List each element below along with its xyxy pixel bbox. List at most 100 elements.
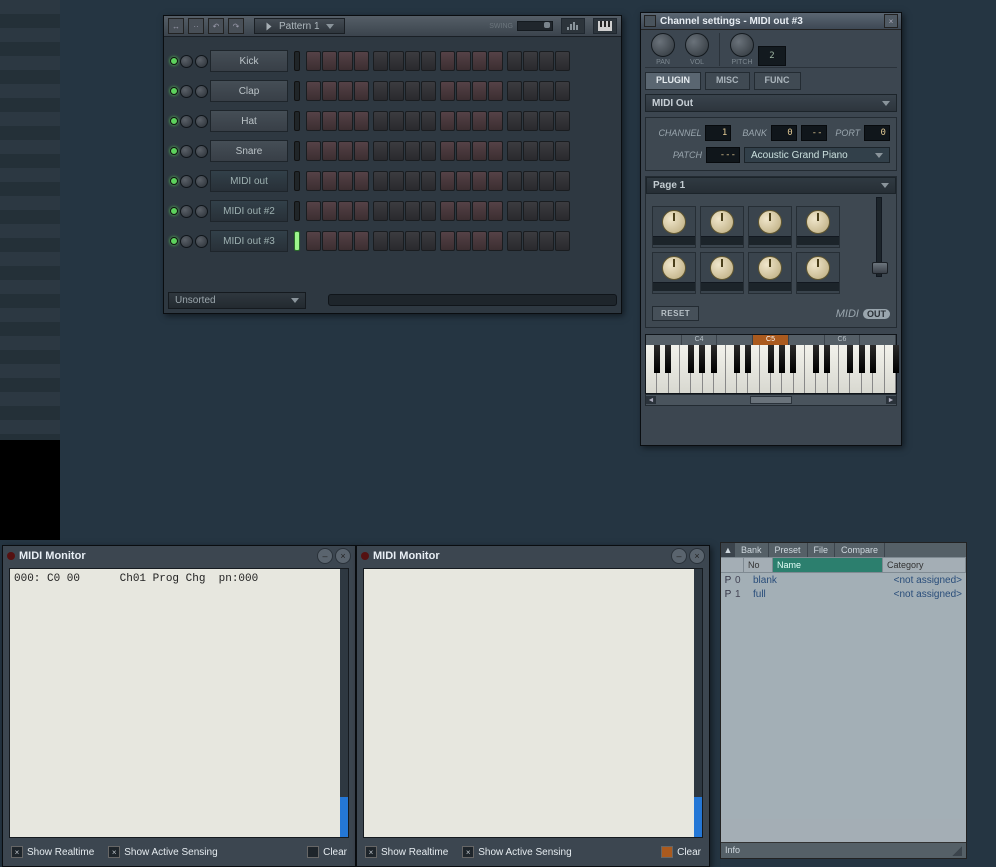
channel-enable-led[interactable] xyxy=(170,57,178,65)
channel-pan-knob[interactable] xyxy=(180,85,193,98)
pan-knob[interactable] xyxy=(651,33,675,57)
step-cell[interactable] xyxy=(456,231,471,251)
tab-preset[interactable]: Preset xyxy=(769,543,808,557)
step-cell[interactable] xyxy=(507,111,522,131)
tab-file[interactable]: File xyxy=(808,543,836,557)
step-cell[interactable] xyxy=(472,201,487,221)
black-key[interactable] xyxy=(779,345,785,373)
step-cell[interactable] xyxy=(389,171,404,191)
step-cell[interactable] xyxy=(373,111,388,131)
step-cell[interactable] xyxy=(555,51,570,71)
octave-label[interactable] xyxy=(717,335,753,345)
controller-knob[interactable] xyxy=(662,210,686,234)
controller-label-bar[interactable] xyxy=(701,236,743,245)
channel-pan-knob[interactable] xyxy=(180,55,193,68)
midi-monitor-2-log[interactable] xyxy=(363,568,703,838)
step-cell[interactable] xyxy=(354,111,369,131)
channel-pan-knob[interactable] xyxy=(180,205,193,218)
step-cell[interactable] xyxy=(488,231,503,251)
channel-enable-led[interactable] xyxy=(170,117,178,125)
step-cell[interactable] xyxy=(539,81,554,101)
step-cell[interactable] xyxy=(488,111,503,131)
step-cell[interactable] xyxy=(472,141,487,161)
bank-field-lsb[interactable]: -- xyxy=(801,125,827,141)
black-key[interactable] xyxy=(813,345,819,373)
step-cell[interactable] xyxy=(373,81,388,101)
step-cell[interactable] xyxy=(555,81,570,101)
close-icon[interactable]: × xyxy=(884,14,898,28)
controller-label-bar[interactable] xyxy=(797,282,839,291)
step-cell[interactable] xyxy=(507,201,522,221)
step-cell[interactable] xyxy=(555,111,570,131)
step-cell[interactable] xyxy=(338,171,353,191)
step-cell[interactable] xyxy=(306,231,321,251)
redo-icon[interactable]: ↷ xyxy=(228,18,244,34)
midi-monitor-2-titlebar[interactable]: MIDI Monitor – × xyxy=(357,546,709,566)
step-cell[interactable] xyxy=(539,201,554,221)
col-category[interactable]: Category xyxy=(883,558,966,572)
controller-knob[interactable] xyxy=(806,210,830,234)
channel-enable-led[interactable] xyxy=(170,147,178,155)
black-key[interactable] xyxy=(711,345,717,373)
patch-dropdown[interactable]: Acoustic Grand Piano xyxy=(744,147,890,163)
channel-vol-knob[interactable] xyxy=(195,55,208,68)
step-cell[interactable] xyxy=(389,231,404,251)
step-cell[interactable] xyxy=(405,51,420,71)
channel-vol-knob[interactable] xyxy=(195,115,208,128)
octave-label[interactable] xyxy=(789,335,825,345)
black-key[interactable] xyxy=(665,345,671,373)
step-cell[interactable] xyxy=(539,171,554,191)
channel-enable-led[interactable] xyxy=(170,237,178,245)
channel-pan-knob[interactable] xyxy=(180,115,193,128)
step-cell[interactable] xyxy=(440,111,455,131)
step-cell[interactable] xyxy=(555,201,570,221)
step-cell[interactable] xyxy=(440,141,455,161)
step-cell[interactable] xyxy=(322,201,337,221)
step-cell[interactable] xyxy=(421,51,436,71)
channel-select-led[interactable] xyxy=(294,111,300,131)
step-cell[interactable] xyxy=(555,141,570,161)
controller-page-dropdown[interactable]: Page 1 xyxy=(646,177,896,194)
step-cell[interactable] xyxy=(539,111,554,131)
step-cell[interactable] xyxy=(354,171,369,191)
preset-row[interactable]: P1full<not assigned> xyxy=(721,587,966,601)
step-cell[interactable] xyxy=(421,111,436,131)
pitch-range-lcd[interactable]: 2 xyxy=(758,46,786,66)
step-cell[interactable] xyxy=(306,81,321,101)
step-cell[interactable] xyxy=(488,141,503,161)
black-key[interactable] xyxy=(870,345,876,373)
snap-left-icon[interactable]: ↔ xyxy=(168,18,184,34)
controller-label-bar[interactable] xyxy=(653,236,695,245)
channel-vol-knob[interactable] xyxy=(195,145,208,158)
patch-number[interactable]: --- xyxy=(706,147,740,163)
channel-button[interactable]: Clap xyxy=(210,80,288,102)
step-cell[interactable] xyxy=(306,201,321,221)
step-cell[interactable] xyxy=(322,51,337,71)
octave-label[interactable] xyxy=(646,335,682,345)
preview-keyboard[interactable]: C4C5C6 xyxy=(645,334,897,394)
bank-field-msb[interactable]: 0 xyxy=(771,125,797,141)
step-cell[interactable] xyxy=(338,231,353,251)
resize-handle-icon[interactable] xyxy=(952,846,962,856)
step-cell[interactable] xyxy=(456,201,471,221)
step-cell[interactable] xyxy=(306,51,321,71)
channel-select-led[interactable] xyxy=(294,51,300,71)
step-cell[interactable] xyxy=(354,51,369,71)
step-cell[interactable] xyxy=(373,141,388,161)
tab-bank[interactable]: Bank xyxy=(735,543,769,557)
step-cell[interactable] xyxy=(507,171,522,191)
channel-pan-knob[interactable] xyxy=(180,235,193,248)
step-cell[interactable] xyxy=(389,141,404,161)
step-cell[interactable] xyxy=(440,231,455,251)
plugin-name-dropdown[interactable]: MIDI Out xyxy=(645,94,897,112)
step-cell[interactable] xyxy=(306,111,321,131)
channel-enable-led[interactable] xyxy=(170,177,178,185)
channel-select-led[interactable] xyxy=(294,171,300,191)
controller-knob[interactable] xyxy=(758,256,782,280)
minimize-icon[interactable]: – xyxy=(671,548,687,564)
channel-select-led[interactable] xyxy=(294,201,300,221)
step-cell[interactable] xyxy=(338,81,353,101)
step-cell[interactable] xyxy=(440,171,455,191)
scroll-left-icon[interactable]: ◄ xyxy=(646,396,656,404)
step-cell[interactable] xyxy=(405,111,420,131)
